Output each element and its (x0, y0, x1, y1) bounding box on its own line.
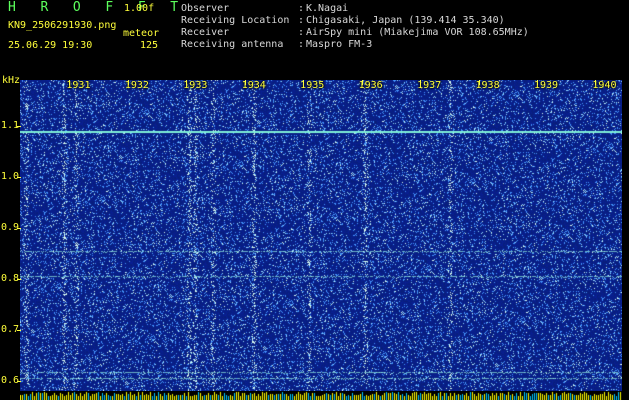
spectrogram-canvas (20, 80, 622, 391)
x-tick-mark (361, 80, 363, 85)
version-label: 1.00f (124, 3, 155, 14)
x-tick-mark (478, 80, 480, 85)
app-title: H R O F F T (8, 0, 187, 15)
x-tick-mark (595, 80, 597, 85)
meteor-detection-bar (20, 391, 622, 400)
x-tick-mark (303, 80, 305, 85)
y-tick-mark (17, 329, 21, 331)
meta-colon: : (298, 3, 305, 14)
meta-label-antenna: Receiving antenna (181, 39, 284, 50)
meteor-count: 125 (140, 40, 159, 51)
meta-value-location: Chigasaki, Japan (139.414 35.340) (306, 15, 505, 26)
meta-colon: : (298, 39, 305, 50)
x-tick-mark (420, 80, 422, 85)
meta-label-location: Receiving Location (181, 15, 290, 26)
spectrogram-plot (20, 80, 622, 391)
meta-label-observer: Observer (181, 3, 230, 14)
x-tick-mark (244, 80, 246, 85)
filename-label: KN9_2506291930.png (8, 20, 117, 31)
y-tick-mark (17, 380, 21, 382)
x-tick-mark (69, 80, 71, 85)
meteor-label: meteor (123, 28, 160, 39)
meta-value-receiver: AirSpy mini (Miakejima VOR 108.65MHz) (306, 27, 529, 38)
x-tick-mark (537, 80, 539, 85)
x-tick-mark (186, 80, 188, 85)
y-tick-mark (17, 176, 21, 178)
y-axis-label: kHz (2, 75, 21, 86)
meta-colon: : (298, 15, 305, 26)
meta-value-antenna: Maspro FM-3 (306, 39, 373, 50)
meta-label-receiver: Receiver (181, 27, 230, 38)
y-tick-mark (17, 278, 21, 280)
meta-colon: : (298, 27, 305, 38)
meta-value-observer: K.Nagai (306, 3, 349, 14)
right-margin (622, 80, 629, 391)
datetime-label: 25.06.29 19:30 (8, 40, 93, 51)
y-tick-mark (17, 125, 21, 127)
x-tick-mark (127, 80, 129, 85)
y-tick-mark (17, 227, 21, 229)
